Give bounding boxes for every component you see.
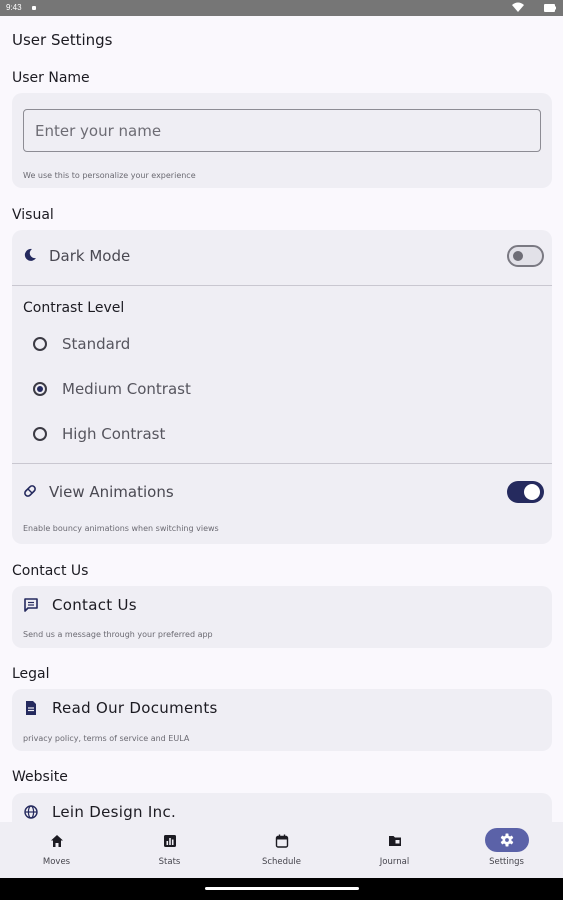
status-bar: 9:43 [0,0,563,16]
dark-mode-label: Dark Mode [49,247,131,265]
bar-chart-icon [163,835,176,847]
contrast-option-high[interactable]: High Contrast [12,417,552,453]
globe-icon [24,805,38,819]
view-animations-row[interactable]: View Animations Enable bouncy animations… [12,464,552,544]
nav-item-journal[interactable]: Journal [338,822,451,878]
nav-item-settings[interactable]: Settings [450,822,563,878]
animation-icon [24,485,36,497]
dark-mode-toggle[interactable] [507,245,544,267]
contact-us-helper: Send us a message through your preferred… [23,630,213,639]
toggle-knob [513,251,523,261]
contrast-option-medium[interactable]: Medium Contrast [12,372,552,408]
folder-icon [388,836,401,846]
nav-item-schedule[interactable]: Schedule [225,822,338,878]
documents-title: Read Our Documents [52,699,218,717]
view-animations-helper: Enable bouncy animations when switching … [23,524,219,533]
section-title-legal: Legal [12,666,50,682]
active-indicator [484,828,529,852]
website-title: Lein Design Inc. [52,803,177,821]
section-title-website: Website [12,769,68,785]
notification-icon [32,6,36,10]
user-name-input[interactable] [23,109,541,152]
home-gesture-handle[interactable] [205,887,359,890]
section-title-visual: Visual [12,207,54,223]
page-title: User Settings [12,31,113,49]
radio-label-high-contrast: High Contrast [62,425,166,443]
battery-icon [544,4,556,12]
calendar-icon [275,834,288,848]
view-animations-label: View Animations [49,483,174,501]
moon-icon [24,248,36,261]
divider [12,285,552,286]
home-icon [50,835,63,847]
document-icon [26,701,36,715]
view-animations-toggle[interactable] [507,481,544,503]
toggle-knob [524,484,540,500]
radio-label-medium-contrast: Medium Contrast [62,380,191,398]
contact-us-card[interactable]: Contact Us Send us a message through you… [12,586,552,648]
bottom-navigation: Moves Stats Schedule Journal Settings [0,822,563,878]
system-navigation-bar [0,878,563,900]
contact-us-title: Contact Us [52,596,137,614]
dark-mode-row[interactable]: Dark Mode [12,230,552,285]
documents-card[interactable]: Read Our Documents privacy policy, terms… [12,689,552,751]
section-title-user-name: User Name [12,70,90,86]
user-name-helper: We use this to personalize your experien… [23,171,196,180]
contrast-option-standard[interactable]: Standard [12,327,552,363]
chat-icon [24,598,38,612]
section-title-contact: Contact Us [12,563,89,579]
documents-helper: privacy policy, terms of service and EUL… [23,734,190,743]
nav-item-stats[interactable]: Stats [113,822,226,878]
nav-label-moves: Moves [42,857,71,867]
status-time: 9:43 [6,3,22,12]
contrast-level-label: Contrast Level [23,300,125,316]
radio-standard[interactable] [33,337,47,351]
visual-card: Dark Mode Contrast Level Standard Medium… [12,230,552,544]
radio-medium-contrast[interactable] [33,382,47,396]
nav-label-settings: Settings [489,857,524,867]
user-name-card: We use this to personalize your experien… [12,93,552,188]
nav-label-stats: Stats [158,857,181,867]
nav-item-moves[interactable]: Moves [0,822,113,878]
radio-high-contrast[interactable] [33,427,47,441]
radio-label-standard: Standard [62,335,131,353]
nav-label-schedule: Schedule [261,857,302,867]
settings-scroll-area[interactable]: User Settings User Name We use this to p… [0,16,563,822]
gear-icon [500,833,513,847]
wifi-icon [512,2,524,12]
nav-label-journal: Journal [379,857,410,867]
website-card[interactable]: Lein Design Inc. [12,793,552,822]
